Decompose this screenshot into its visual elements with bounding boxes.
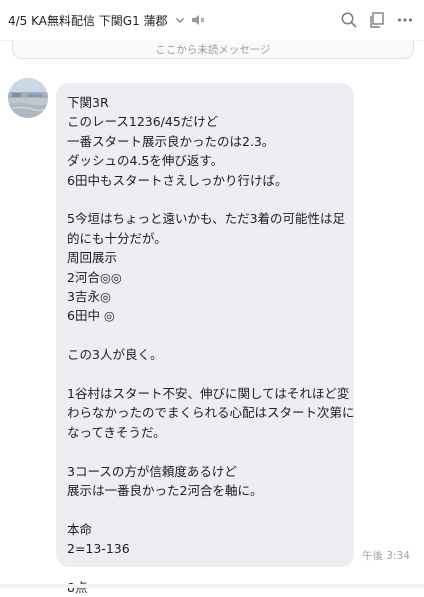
bottom-divider xyxy=(0,584,424,588)
message-line: 3コースの方が信頼度あるけど xyxy=(67,463,237,479)
chat-header: 4/5 KA無料配信 下関G1 蒲郡 xyxy=(0,0,424,41)
message-line: 6田中もスタートさえしっかり行けば。 xyxy=(67,172,288,188)
message-line: このレース1236/45だけど xyxy=(67,114,219,130)
message-line xyxy=(67,559,354,578)
message-line: 3吉永◎ xyxy=(67,289,111,305)
message-line: なってきそうだ。 xyxy=(67,424,166,440)
notes-icon[interactable] xyxy=(368,11,386,29)
message-line: 6田中 ◎ xyxy=(67,308,115,324)
message-line: ダッシュの4.5を伸び返す。 xyxy=(67,153,224,169)
message-line: 5今垣はちょっと遠いかも、ただ3着の可能性は足 xyxy=(67,211,346,227)
unread-divider: ここから未読メッセージ xyxy=(12,40,414,59)
search-icon[interactable] xyxy=(340,11,358,29)
message-line xyxy=(67,190,354,209)
message-line: 一番スタート展示良かったのは2.3。 xyxy=(67,133,275,149)
message-line xyxy=(67,442,354,461)
message-timestamp: 午後 3:34 xyxy=(362,550,410,562)
message-line: 下関3R xyxy=(67,95,109,110)
message-line xyxy=(67,500,354,519)
more-icon[interactable] xyxy=(396,11,414,29)
message-line xyxy=(67,326,354,345)
message-line: 的にも十分だが。 xyxy=(67,230,167,246)
message-line: 1谷村はスタート不安、伸びに関してはそれほど変 xyxy=(67,386,350,402)
message-line: わらなかったのでまくられる心配はスタート次第に xyxy=(67,405,355,421)
mute-icon xyxy=(190,13,206,27)
message-line: 2=13-136 xyxy=(67,541,130,557)
message-line: 展示は一番良かった2河合を軸に。 xyxy=(67,483,263,499)
message-line: 2河合◎◎ xyxy=(67,269,122,285)
message-line: 本命 xyxy=(67,521,93,537)
message-line: 周回展示 xyxy=(67,250,118,266)
message-line xyxy=(67,365,354,384)
chevron-down-icon[interactable] xyxy=(174,14,186,26)
header-actions xyxy=(340,0,414,40)
chat-title[interactable]: 4/5 KA無料配信 下関G1 蒲郡 xyxy=(8,12,168,29)
message-bubble[interactable]: 下関3R このレース1236/45だけど 一番スタート展示良かったのは2.3。 … xyxy=(56,83,355,595)
message-line: この3人が良く。 xyxy=(67,347,163,363)
avatar[interactable] xyxy=(8,78,48,118)
